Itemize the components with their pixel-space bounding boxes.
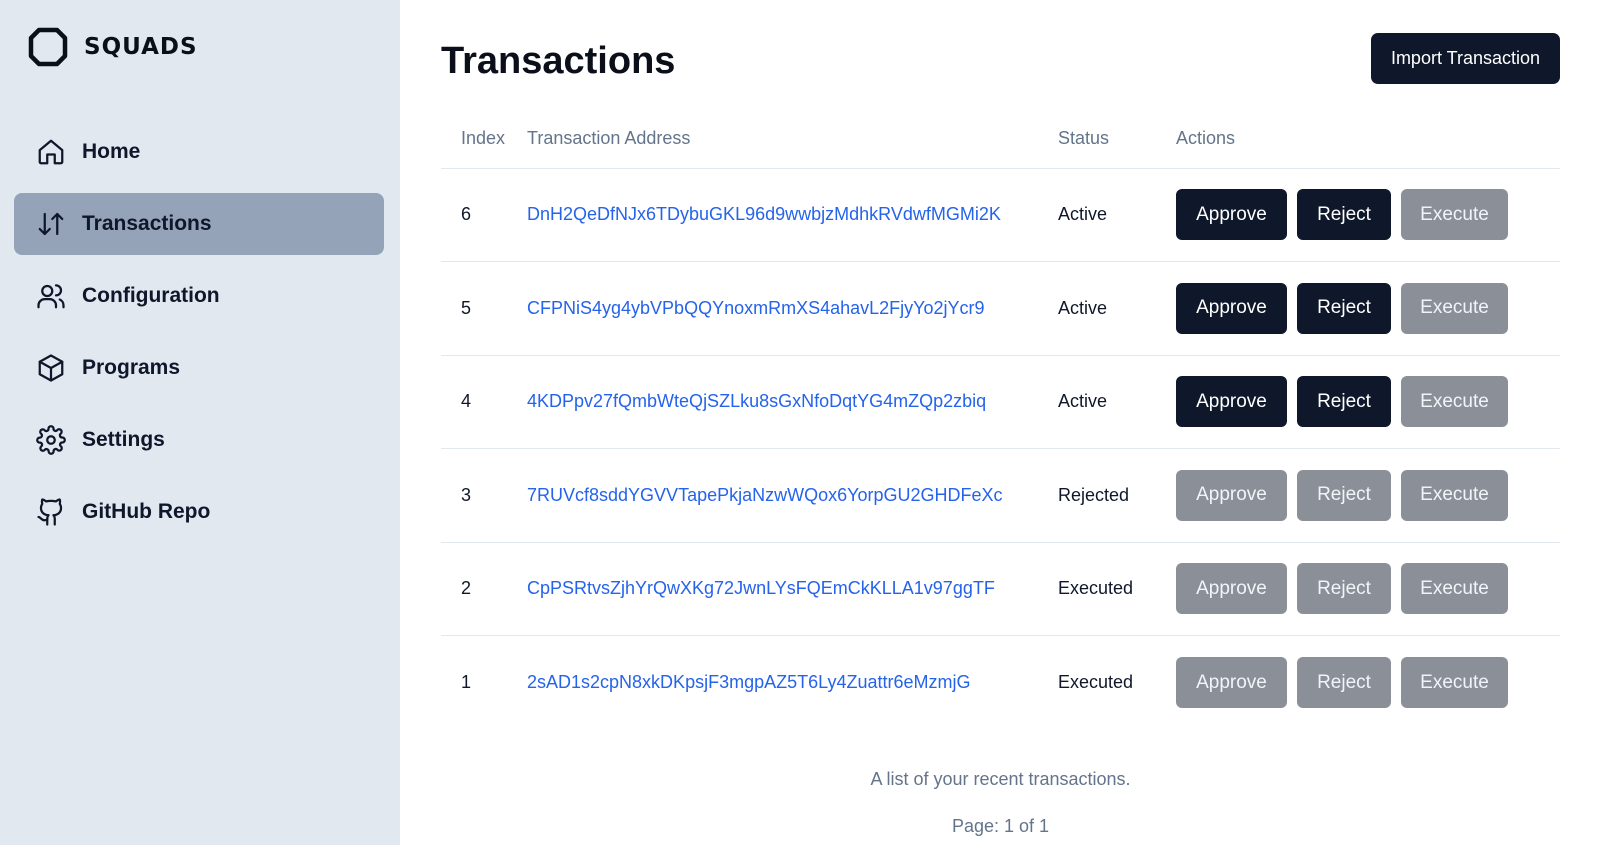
reject-button[interactable]: Reject [1297, 563, 1391, 615]
approve-button[interactable]: Approve [1176, 376, 1287, 428]
brand-name: SQUADS [84, 34, 198, 60]
sidebar-item-github-repo[interactable]: GitHub Repo [14, 481, 384, 543]
transaction-address-link[interactable]: CFPNiS4yg4ybVPbQQYnoxmRmXS4ahavL2FjyYo2j… [527, 298, 985, 318]
sidebar-item-configuration[interactable]: Configuration [14, 265, 384, 327]
home-icon [38, 139, 64, 165]
row-index: 4 [441, 355, 527, 449]
box-icon [38, 354, 64, 382]
status-cell: Executed [1058, 542, 1176, 636]
transaction-address-link[interactable]: 4KDPpv27fQmbWteQjSZLku8sGxNfoDqtYG4mZQp2… [527, 391, 986, 411]
row-actions: Approve Reject Execute [1176, 657, 1560, 708]
sidebar-item-transactions[interactable]: Transactions [14, 193, 384, 255]
actions-cell: Approve Reject Execute [1176, 448, 1560, 543]
column-header-status: Status [1058, 110, 1176, 169]
execute-button[interactable]: Execute [1401, 189, 1508, 241]
execute-button[interactable]: Execute [1401, 376, 1508, 428]
execute-button[interactable]: Execute [1401, 657, 1508, 708]
github-icon [37, 498, 63, 526]
row-actions: Approve Reject Execute [1176, 282, 1560, 334]
users-icon [37, 284, 65, 309]
approve-button[interactable]: Approve [1176, 563, 1287, 615]
transaction-address-link[interactable]: CpPSRtvsZjhYrQwXKg72JwnLYsFQEmCkKLLA1v97… [527, 578, 995, 598]
transaction-address-link[interactable]: 2sAD1s2cpN8xkDKpsjF3mgpAZ5T6Ly4Zuattr6eM… [527, 672, 971, 692]
page-title: Transactions [441, 39, 676, 82]
transaction-address-link[interactable]: DnH2QeDfNJx6TDybuGKL96d9wwbjzMdhkRVdwfMG… [527, 204, 1001, 224]
address-cell: 2sAD1s2cpN8xkDKpsjF3mgpAZ5T6Ly4Zuattr6eM… [527, 636, 1058, 730]
status-cell: Active [1058, 261, 1176, 356]
sidebar-item-label: Configuration [82, 284, 220, 307]
execute-button[interactable]: Execute [1401, 282, 1508, 334]
row-index: 5 [441, 261, 527, 356]
table-row: 6 DnH2QeDfNJx6TDybuGKL96d9wwbjzMdhkRVdwfM… [441, 168, 1560, 262]
main-content: Transactions Import Transaction Index Tr… [400, 0, 1600, 845]
sidebar-item-label: GitHub Repo [82, 500, 211, 523]
row-index: 1 [461, 672, 472, 692]
import-transaction-button[interactable]: Import Transaction [1370, 33, 1560, 84]
table-header-row: Index Transaction Address Status Actions [441, 110, 1560, 169]
status-cell: Active [1058, 168, 1176, 262]
address-cell: CpPSRtvsZjhYrQwXKg72JwnLYsFQEmCkKLLA1v97… [527, 542, 1058, 636]
address-cell: CFPNiS4yg4ybVPbQQYnoxmRmXS4ahavL2FjyYo2j… [527, 261, 1058, 356]
table-row: 3 7RUVcf8sddYGVVTapePkjaNzwWQox6YorpGU2GH… [441, 448, 1560, 543]
actions-cell: Approve Reject Execute [1176, 542, 1560, 636]
table-row: 4 4KDPpv27fQmbWteQjSZLku8sGxNfoDqtYG4mZQp… [441, 355, 1560, 449]
sidebar-item-home[interactable]: Home [14, 121, 384, 183]
actions-cell: Approve Reject Execute [1176, 636, 1560, 730]
row-actions: Approve Reject Execute [1176, 376, 1560, 428]
column-header-address: Transaction Address [527, 110, 1058, 169]
status-cell: Active [1058, 355, 1176, 449]
reject-button[interactable]: Reject [1297, 469, 1391, 521]
address-cell: 7RUVcf8sddYGVVTapePkjaNzwWQox6YorpGU2GHD… [527, 448, 1058, 543]
sidebar-nav: Home Transactions Configuration Programs… [14, 121, 384, 543]
reject-button[interactable]: Reject [1297, 657, 1391, 708]
approve-button[interactable]: Approve [1176, 189, 1287, 241]
gear-icon [36, 425, 66, 455]
sidebar: SQUADS Home Transactions Configuration P… [0, 0, 400, 845]
squads-logo-icon [28, 27, 68, 67]
transactions-table: Index Transaction Address Status Actions… [441, 110, 1560, 729]
address-cell: DnH2QeDfNJx6TDybuGKL96d9wwbjzMdhkRVdwfMG… [527, 168, 1058, 262]
approve-button[interactable]: Approve [1176, 657, 1287, 708]
arrows-up-down-icon [38, 212, 64, 236]
table-row: 2 CpPSRtvsZjhYrQwXKg72JwnLYsFQEmCkKLLA1v9… [441, 542, 1560, 636]
execute-button[interactable]: Execute [1401, 469, 1508, 521]
row-actions: Approve Reject Execute [1176, 189, 1560, 241]
row-actions: Approve Reject Execute [1176, 563, 1560, 615]
sidebar-item-label: Home [82, 140, 141, 163]
sidebar-item-settings[interactable]: Settings [14, 409, 384, 471]
status-cell: Executed [1058, 672, 1134, 692]
sidebar-item-label: Settings [82, 428, 165, 451]
transaction-address-link[interactable]: 7RUVcf8sddYGVVTapePkjaNzwWQox6YorpGU2GHD… [527, 485, 1003, 505]
reject-button[interactable]: Reject [1297, 376, 1391, 428]
table-caption: A list of your recent transactions. [870, 769, 1131, 789]
page-header: Transactions Import Transaction [441, 32, 1560, 84]
table-row: 5 CFPNiS4yg4ybVPbQQYnoxmRmXS4ahavL2FjyYo2… [441, 261, 1560, 356]
sidebar-item-label: Programs [82, 356, 181, 379]
table-row: 1 2sAD1s2cpN8xkDKpsjF3mgpAZ5T6Ly4Zuattr6e… [441, 636, 1560, 730]
approve-button[interactable]: Approve [1176, 282, 1287, 334]
actions-cell: Approve Reject Execute [1176, 355, 1560, 449]
address-cell: 4KDPpv27fQmbWteQjSZLku8sGxNfoDqtYG4mZQp2… [527, 355, 1058, 449]
actions-cell: Approve Reject Execute [1176, 168, 1560, 262]
reject-button[interactable]: Reject [1297, 282, 1391, 334]
reject-button[interactable]: Reject [1297, 189, 1391, 241]
row-index: 6 [441, 168, 527, 262]
row-actions: Approve Reject Execute [1176, 469, 1560, 521]
status-cell: Rejected [1058, 448, 1176, 543]
row-index: 2 [441, 542, 527, 636]
approve-button[interactable]: Approve [1176, 469, 1287, 521]
actions-cell: Approve Reject Execute [1176, 261, 1560, 356]
pagination-info: Page: 1 of 1 [951, 816, 1050, 836]
execute-button[interactable]: Execute [1401, 563, 1508, 615]
sidebar-item-label: Transactions [82, 212, 212, 235]
column-header-index: Index [441, 110, 527, 169]
brand-logo[interactable]: SQUADS [14, 25, 384, 69]
row-index: 3 [441, 448, 527, 543]
sidebar-item-programs[interactable]: Programs [14, 337, 384, 399]
column-header-actions: Actions [1176, 110, 1560, 169]
